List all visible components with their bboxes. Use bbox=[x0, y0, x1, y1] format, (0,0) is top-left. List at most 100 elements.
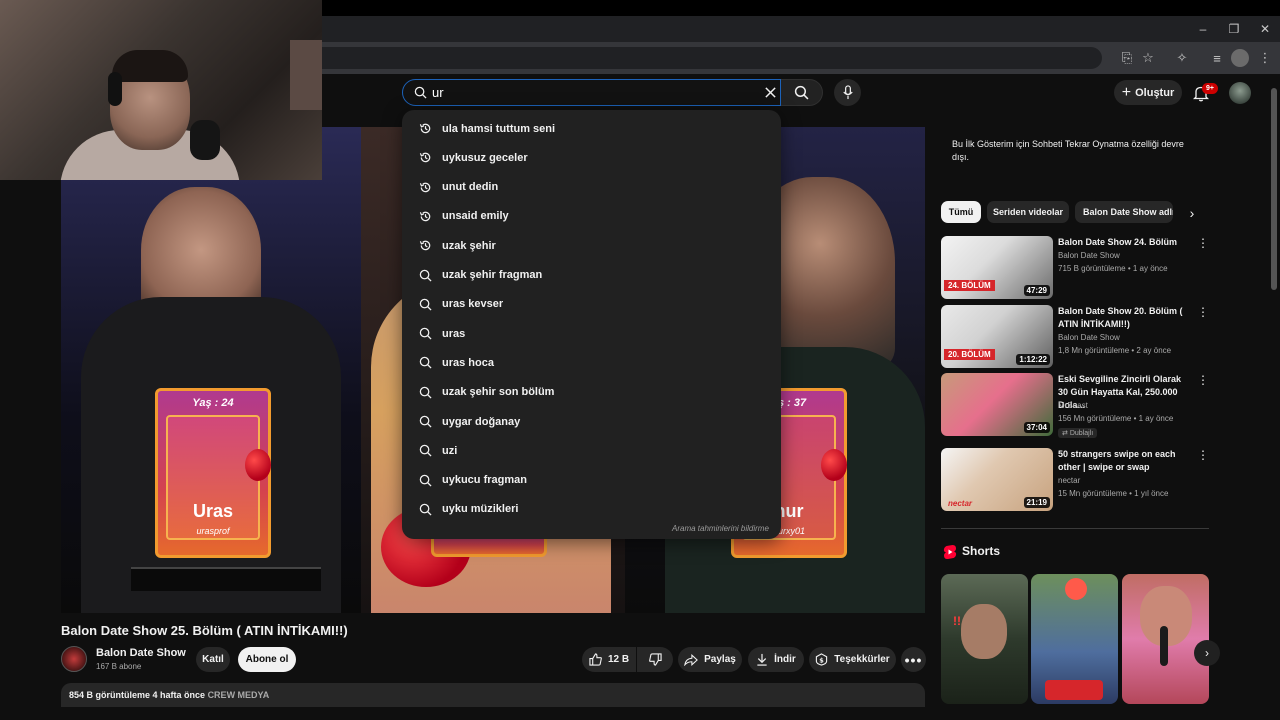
card-handle: urasprof bbox=[196, 526, 230, 536]
suggestion-item[interactable]: uzak şehir son bölüm bbox=[402, 378, 781, 407]
thanks-button[interactable]: $ Teşekkürler bbox=[809, 647, 896, 672]
recommended-video[interactable]: nectar 21:19 50 strangers swipe on each ot… bbox=[941, 448, 1211, 512]
channel-avatar[interactable] bbox=[61, 646, 87, 672]
microphone bbox=[190, 120, 220, 160]
thanks-label: Teşekkürler bbox=[834, 654, 890, 665]
share-button[interactable]: Paylaş bbox=[678, 647, 742, 672]
search-button[interactable] bbox=[781, 79, 823, 106]
recommended-video[interactable]: 37:04 Eski Sevgiline Zincirli Olarak 30 G… bbox=[941, 373, 1211, 438]
download-button[interactable]: İndir bbox=[748, 647, 804, 672]
browser-menu-icon[interactable]: ⋮ bbox=[1256, 49, 1274, 67]
shorts-next-button[interactable]: › bbox=[1194, 640, 1220, 666]
account-avatar[interactable] bbox=[1229, 82, 1251, 104]
bookmark-star-icon[interactable]: ☆ bbox=[1139, 49, 1157, 67]
extensions-icon[interactable]: ✧ bbox=[1173, 49, 1191, 67]
close-window-button[interactable]: ✕ bbox=[1250, 16, 1280, 42]
thumbnail-tag: 24. BÖLÜM bbox=[944, 280, 995, 291]
scrollbar-thumb[interactable] bbox=[1271, 88, 1277, 290]
more-options-icon[interactable]: ⋮ bbox=[1197, 448, 1209, 462]
history-icon bbox=[419, 123, 430, 134]
suggestion-text: unut dedin bbox=[442, 181, 499, 194]
suggestion-item[interactable]: unsaid emily bbox=[402, 202, 781, 231]
card-name: Uras bbox=[192, 501, 234, 521]
search-icon bbox=[419, 445, 432, 457]
search-icon bbox=[419, 327, 432, 340]
voice-search-button[interactable] bbox=[834, 79, 861, 106]
suggestion-item[interactable]: uzi bbox=[402, 436, 781, 465]
suggestion-item[interactable]: uykucu fragman bbox=[402, 466, 781, 495]
video-thumbnail[interactable]: nectar 21:19 bbox=[941, 448, 1053, 511]
history-icon bbox=[419, 182, 430, 192]
history-icon-wrap bbox=[418, 239, 432, 253]
short-thumbnail[interactable] bbox=[1122, 574, 1209, 704]
video-thumbnail[interactable]: 24. BÖLÜM 47:29 bbox=[941, 236, 1053, 299]
balloon bbox=[245, 449, 271, 481]
video-thumbnail[interactable]: 37:04 bbox=[941, 373, 1053, 436]
suggestion-item[interactable]: uzak şehir fragman bbox=[402, 261, 781, 290]
badge-label: Dublajlı bbox=[1069, 430, 1094, 437]
suggestion-item[interactable]: uras hoca bbox=[402, 348, 781, 377]
report-suggestions-link[interactable]: Arama tahminlerini bildirme bbox=[672, 524, 769, 533]
suggestion-item[interactable]: uzak şehir bbox=[402, 231, 781, 260]
recommended-title[interactable]: Balon Date Show 24. Bölüm bbox=[1058, 236, 1193, 249]
search-icon-wrap bbox=[418, 473, 432, 487]
create-label: Oluştur bbox=[1135, 86, 1175, 99]
suggestion-text: uzak şehir son bölüm bbox=[442, 386, 555, 399]
profile-icon[interactable] bbox=[1231, 49, 1249, 67]
chip-all[interactable]: Tümü bbox=[941, 201, 981, 223]
suggestion-text: uzak şehir bbox=[442, 239, 496, 252]
minimize-button[interactable]: – bbox=[1188, 16, 1218, 42]
dislike-button[interactable] bbox=[637, 647, 673, 672]
maximize-button[interactable]: ❐ bbox=[1219, 16, 1249, 42]
recommended-channel[interactable]: Balon Date Show bbox=[1058, 251, 1120, 260]
suggestion-item[interactable]: uyku müzikleri bbox=[402, 495, 781, 524]
address-bar[interactable] bbox=[322, 47, 1102, 69]
short-thumbnail[interactable]: !! bbox=[941, 574, 1028, 704]
recommended-channel[interactable]: Balon Date Show bbox=[1058, 333, 1120, 342]
more-actions-button[interactable]: ••• bbox=[901, 647, 926, 672]
suggestion-item[interactable]: uras kevser bbox=[402, 290, 781, 319]
suggestion-item[interactable]: uykusuz geceler bbox=[402, 143, 781, 172]
more-options-icon[interactable]: ⋮ bbox=[1197, 236, 1209, 250]
thumbs-up-icon bbox=[589, 653, 602, 666]
belt bbox=[131, 567, 321, 591]
microphone-icon bbox=[842, 85, 853, 100]
microphone bbox=[1160, 626, 1168, 666]
like-count: 12 B bbox=[607, 654, 630, 665]
card-age: Yaş : 24 bbox=[192, 397, 234, 409]
recommended-video[interactable]: 20. BÖLÜM 1:12:22 Balon Date Show 20. Bölü… bbox=[941, 305, 1211, 369]
description-tag[interactable]: CREW MEDYA bbox=[208, 690, 270, 700]
install-app-icon[interactable]: ⎘ bbox=[1118, 49, 1136, 67]
join-button[interactable]: Katıl bbox=[196, 647, 230, 672]
chip-series[interactable]: Seriden videolar bbox=[987, 201, 1069, 223]
subscribe-button[interactable]: Abone ol bbox=[238, 647, 296, 672]
more-options-icon[interactable]: ⋮ bbox=[1197, 373, 1209, 387]
video-thumbnail[interactable]: 20. BÖLÜM 1:12:22 bbox=[941, 305, 1053, 368]
suggestion-item[interactable]: unut dedin bbox=[402, 173, 781, 202]
media-controls-icon[interactable]: ≡ bbox=[1208, 49, 1226, 67]
suggestion-text: uras hoca bbox=[442, 356, 494, 369]
create-button[interactable]: + Oluştur bbox=[1114, 80, 1182, 105]
video-duration: 37:04 bbox=[1023, 422, 1050, 433]
suggestion-item[interactable]: ula hamsi tuttum seni bbox=[402, 114, 781, 143]
recommended-channel[interactable]: MrBeast bbox=[1058, 401, 1088, 410]
history-icon bbox=[419, 152, 430, 163]
recommended-title[interactable]: 50 strangers swipe on each other | swipe… bbox=[1058, 448, 1193, 474]
suggestion-item[interactable]: uras bbox=[402, 319, 781, 348]
recommended-channel[interactable]: nectar bbox=[1058, 476, 1080, 485]
search-icon-wrap bbox=[418, 444, 432, 458]
recommended-video[interactable]: 24. BÖLÜM 47:29 Balon Date Show 24. Bölüm B… bbox=[941, 236, 1211, 300]
clear-search-icon[interactable] bbox=[764, 86, 777, 99]
recommended-title[interactable]: Balon Date Show 20. Bölüm ( ATIN İNTİKAM… bbox=[1058, 305, 1193, 331]
channel-name[interactable]: Balon Date Show bbox=[96, 647, 186, 659]
video-duration: 21:19 bbox=[1023, 497, 1050, 508]
suggestion-item[interactable]: uygar doğanay bbox=[402, 407, 781, 436]
suggestion-text: unsaid emily bbox=[442, 210, 509, 223]
webcam-overlay bbox=[0, 0, 322, 180]
short-thumbnail[interactable] bbox=[1031, 574, 1118, 704]
chip-channel[interactable]: Balon Date Show adlı bbox=[1075, 201, 1173, 223]
chevron-right-icon[interactable]: › bbox=[1183, 204, 1201, 222]
search-input[interactable] bbox=[432, 84, 752, 101]
more-options-icon[interactable]: ⋮ bbox=[1197, 305, 1209, 319]
like-button[interactable]: 12 B bbox=[582, 647, 636, 672]
